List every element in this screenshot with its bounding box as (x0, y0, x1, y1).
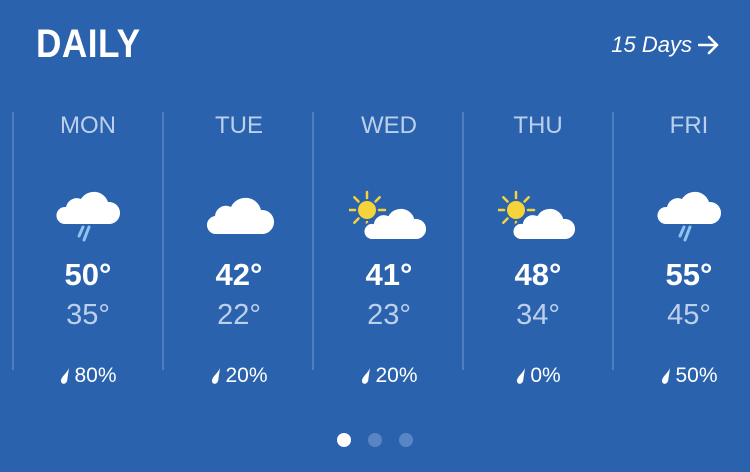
raindrop-icon (210, 367, 222, 385)
precip-value: 0% (530, 364, 561, 387)
raindrop-icon (59, 367, 71, 385)
cloud-icon (199, 190, 279, 246)
arrow-right-icon (698, 35, 720, 55)
high-temp: 55° (665, 257, 713, 292)
partly-cloudy-icon (496, 190, 578, 246)
day-column-fri[interactable]: FRI 55° 45° 50% (614, 112, 750, 387)
section-title: DAILY (36, 22, 141, 66)
page-dot-1[interactable] (337, 433, 351, 447)
raindrop-icon (360, 367, 372, 385)
precip-value: 20% (375, 364, 418, 387)
precip-chance: 20% (164, 364, 314, 388)
day-name: THU (513, 112, 563, 139)
raindrop-icon (515, 367, 527, 385)
day-name: TUE (215, 112, 263, 139)
precip-chance: 20% (314, 364, 464, 388)
page-dot-2[interactable] (368, 433, 382, 447)
precip-value: 20% (225, 364, 268, 387)
rain-cloud-icon (649, 190, 729, 246)
daily-forecast: MON 50° 35° 80% TUE 42° 22° 20% WED 41° 23° 20% THU 4… (0, 112, 750, 387)
precip-value: 80% (74, 364, 117, 387)
low-temp: 23° (367, 299, 411, 331)
fifteen-days-label: 15 Days (611, 32, 692, 57)
daily-header: DAILY 15 Days (0, 0, 750, 90)
precip-chance: 0% (463, 364, 613, 388)
low-temp: 45° (667, 299, 711, 331)
high-temp: 41° (365, 257, 413, 292)
partly-cloudy-icon (347, 190, 429, 246)
rain-cloud-icon (48, 190, 128, 246)
raindrop-icon (660, 367, 672, 385)
fifteen-days-link[interactable]: 15 Days (611, 32, 720, 58)
low-temp: 22° (217, 299, 261, 331)
high-temp: 42° (215, 257, 263, 292)
page-indicator (0, 433, 750, 447)
precip-chance: 50% (614, 364, 750, 388)
page-dot-3[interactable] (399, 433, 413, 447)
high-temp: 48° (514, 257, 562, 292)
day-name: WED (361, 112, 417, 139)
day-column-mon[interactable]: MON 50° 35° 80% (13, 112, 163, 387)
precip-value: 50% (675, 364, 718, 387)
day-column-thu[interactable]: THU 48° 34° 0% (463, 112, 613, 387)
low-temp: 34° (516, 299, 560, 331)
high-temp: 50° (64, 257, 112, 292)
precip-chance: 80% (13, 364, 163, 388)
day-column-wed[interactable]: WED 41° 23° 20% (314, 112, 464, 387)
day-column-tue[interactable]: TUE 42° 22° 20% (164, 112, 314, 387)
low-temp: 35° (66, 299, 110, 331)
day-name: FRI (669, 112, 709, 139)
day-name: MON (60, 112, 116, 139)
